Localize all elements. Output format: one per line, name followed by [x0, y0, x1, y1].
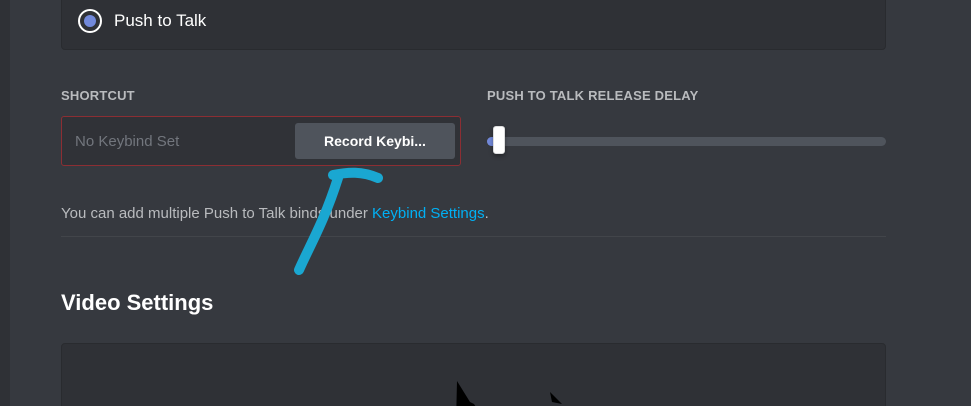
help-text-suffix: . — [484, 205, 489, 222]
shortcut-placeholder: No Keybind Set — [75, 133, 180, 150]
voice-video-settings-page: Push to Talk SHORTCUT No Keybind Set Rec… — [0, 0, 971, 406]
shortcut-input[interactable]: No Keybind Set Record Keybi... — [61, 116, 461, 166]
shortcut-section-label: SHORTCUT — [61, 88, 135, 103]
release-delay-section-label: PUSH TO TALK RELEASE DELAY — [487, 88, 699, 103]
cursor-icon — [456, 381, 562, 406]
push-to-talk-label[interactable]: Push to Talk — [114, 11, 206, 31]
keybind-help-text: You can add multiple Push to Talk binds … — [61, 205, 489, 223]
push-to-talk-radio[interactable] — [78, 9, 102, 33]
release-delay-slider-handle[interactable] — [493, 126, 505, 154]
release-delay-slider-track[interactable] — [487, 137, 886, 146]
record-keybind-button[interactable]: Record Keybi... — [295, 123, 455, 159]
input-mode-card: Push to Talk — [61, 0, 886, 50]
radio-selected-dot — [84, 15, 96, 27]
video-settings-title: Video Settings — [61, 290, 214, 315]
video-preview-box — [61, 343, 886, 406]
keybind-settings-link[interactable]: Keybind Settings — [372, 205, 485, 222]
sidebar-edge — [0, 0, 10, 406]
section-divider — [61, 236, 886, 237]
help-text-prefix: You can add multiple Push to Talk binds … — [61, 205, 373, 222]
